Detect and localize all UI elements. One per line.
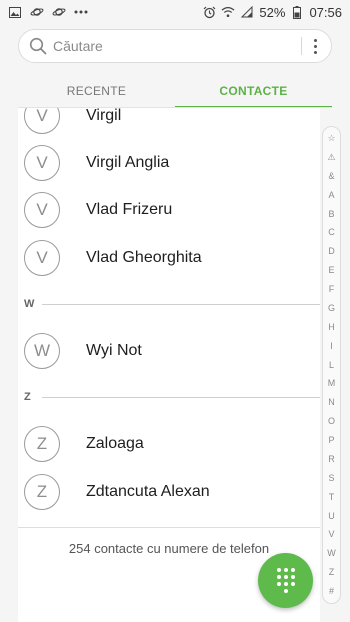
tab-contacte[interactable]: CONTACTE (175, 74, 332, 108)
avatar: Z (24, 474, 60, 510)
section-header: W (18, 295, 320, 313)
contact-row[interactable]: V Virgil Anglia (18, 140, 320, 186)
section-divider (42, 303, 320, 305)
contact-row[interactable]: V Vlad Gheorghita (18, 235, 320, 281)
section-letter: W (24, 298, 35, 310)
index-letter[interactable]: I (330, 341, 333, 352)
contact-name: Zdtancuta Alexan (86, 483, 210, 500)
index-letter[interactable]: G (328, 303, 335, 314)
index-letter[interactable]: W (327, 548, 336, 559)
contact-row[interactable]: Z Zaloaga (18, 421, 320, 467)
section-header: Z (18, 388, 320, 406)
section-letter: Z (24, 391, 31, 403)
dialpad-button[interactable] (258, 553, 313, 608)
avatar: V (24, 145, 60, 181)
contact-name: Vlad Frizeru (86, 201, 173, 218)
index-letter[interactable]: P (328, 435, 334, 446)
search-bar[interactable] (18, 29, 332, 63)
index-letter[interactable]: R (328, 454, 335, 465)
more-dots-icon (74, 5, 88, 19)
contact-name: Virgil (86, 108, 122, 124)
index-letter[interactable]: M (328, 378, 336, 389)
avatar: V (24, 240, 60, 276)
index-letter[interactable]: O (328, 416, 335, 427)
contact-name: Virgil Anglia (86, 154, 170, 171)
index-letter[interactable]: U (328, 511, 335, 522)
index-letter[interactable]: S (328, 473, 334, 484)
index-letter[interactable]: E (328, 265, 334, 276)
list-footer-divider (18, 527, 320, 528)
index-letter[interactable]: F (329, 284, 335, 295)
contact-row[interactable]: V Vlad Frizeru (18, 187, 320, 233)
contact-row[interactable]: W Wyi Not (18, 328, 320, 374)
contact-name: Zaloaga (86, 435, 144, 452)
search-input[interactable] (53, 38, 293, 54)
index-letter[interactable]: Z (329, 567, 335, 578)
signal-icon (240, 5, 254, 19)
saturn-icon (30, 5, 44, 19)
more-vertical-icon[interactable] (310, 37, 321, 56)
alarm-icon (202, 5, 216, 19)
index-letter[interactable]: N (328, 397, 335, 408)
contact-list[interactable]: V Virgil V Virgil Anglia V Vlad Frizeru … (18, 108, 320, 622)
search-icon (29, 37, 47, 55)
index-letter[interactable]: L (329, 360, 334, 371)
alphabet-index[interactable]: ☆ ⚠ & A B C D E F G H I L M N O P R S T U V W Z # (322, 126, 341, 604)
avatar: Z (24, 426, 60, 462)
tab-recente[interactable]: RECENTE (18, 74, 175, 108)
index-letter[interactable]: H (328, 322, 335, 333)
gallery-icon (8, 5, 22, 19)
index-letter[interactable]: B (328, 209, 334, 220)
contact-row[interactable]: Z Zdtancuta Alexan (18, 469, 320, 515)
index-letter[interactable]: D (328, 246, 335, 257)
index-letter[interactable]: C (328, 227, 335, 238)
status-bar: 52% 07:56 (0, 0, 350, 24)
wifi-icon (221, 5, 235, 19)
saturn-icon (52, 5, 66, 19)
tab-bar: RECENTE CONTACTE (18, 74, 332, 108)
contact-count: 254 contacte cu numere de telefon (68, 541, 270, 556)
contact-row[interactable]: V Virgil (18, 108, 320, 139)
contact-name: Wyi Not (86, 342, 142, 359)
clock: 07:56 (309, 4, 342, 20)
index-letter[interactable]: A (328, 190, 334, 201)
battery-icon (290, 5, 304, 19)
search-divider (301, 37, 302, 55)
index-letter[interactable]: # (329, 586, 334, 597)
index-letter[interactable]: V (328, 529, 334, 540)
avatar: W (24, 333, 60, 369)
battery-percent: 52% (259, 4, 286, 20)
index-letter[interactable]: ⚠ (327, 152, 335, 163)
avatar: V (24, 108, 60, 134)
section-divider (42, 396, 320, 398)
avatar: V (24, 192, 60, 228)
index-letter[interactable]: & (328, 171, 334, 182)
index-letter[interactable]: T (329, 492, 335, 503)
contact-name: Vlad Gheorghita (86, 249, 202, 266)
dialpad-icon (276, 568, 295, 593)
index-letter[interactable]: ☆ (327, 133, 335, 144)
